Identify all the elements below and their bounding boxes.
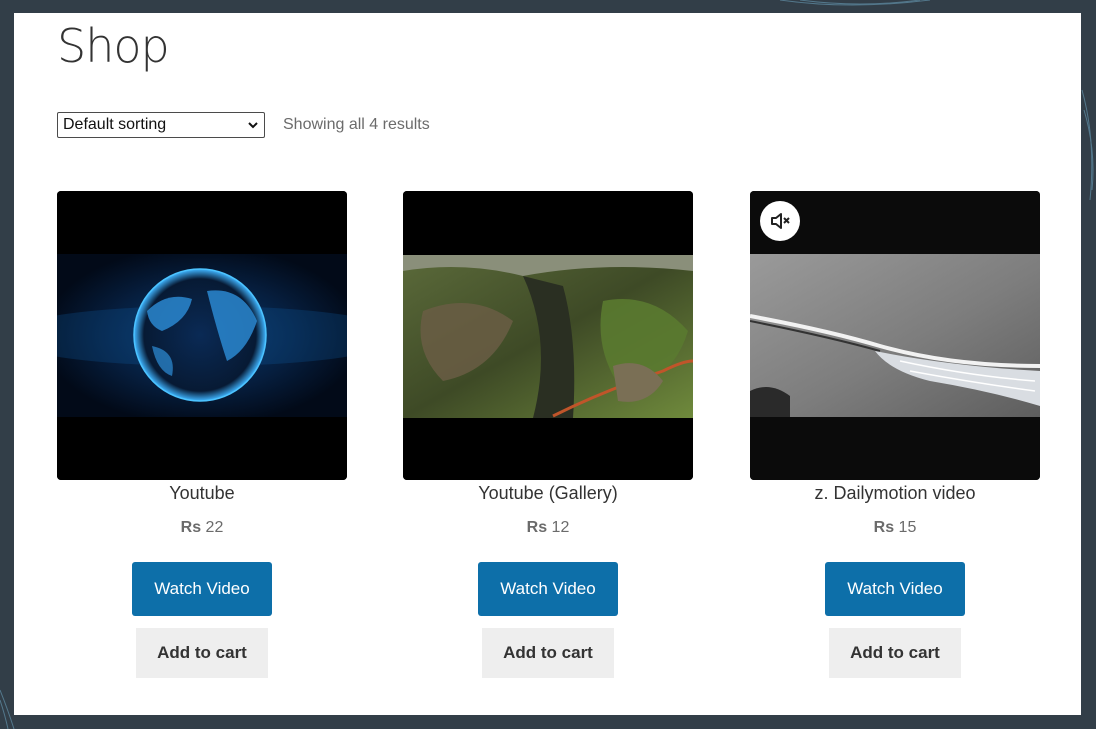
- page-title: Shop: [57, 19, 170, 73]
- price-value: 12: [551, 519, 570, 536]
- sort-select[interactable]: Default sorting: [57, 112, 265, 138]
- product-name[interactable]: Youtube (Gallery): [403, 483, 693, 504]
- product-video-thumbnail[interactable]: [57, 191, 347, 480]
- add-to-cart-button[interactable]: Add to cart: [136, 628, 268, 678]
- sort-select-value: Default sorting: [63, 116, 167, 133]
- shop-page: Shop Default sorting Showing all 4 resul…: [14, 13, 1081, 715]
- price-value: 15: [898, 519, 917, 536]
- add-to-cart-button[interactable]: Add to cart: [482, 628, 614, 678]
- currency-symbol: Rs: [180, 519, 202, 536]
- watch-video-button[interactable]: Watch Video: [478, 562, 618, 616]
- price-value: 22: [205, 519, 224, 536]
- product-name[interactable]: z. Dailymotion video: [750, 483, 1040, 504]
- product-card-youtube-gallery: Youtube (Gallery) Rs 12 Watch Video Add …: [403, 191, 693, 678]
- watch-video-button[interactable]: Watch Video: [825, 562, 965, 616]
- muted-speaker-icon: [771, 213, 790, 229]
- currency-symbol: Rs: [873, 519, 895, 536]
- product-video-thumbnail[interactable]: [750, 191, 1040, 480]
- product-card-youtube: Youtube Rs 22 Watch Video Add to cart: [57, 191, 347, 678]
- shop-toolbar: Default sorting Showing all 4 results: [57, 112, 430, 138]
- product-video-thumbnail[interactable]: [403, 191, 693, 480]
- product-price: Rs 12: [403, 519, 693, 537]
- product-price: Rs 15: [750, 519, 1040, 537]
- add-to-cart-button[interactable]: Add to cart: [829, 628, 961, 678]
- result-count: Showing all 4 results: [283, 116, 430, 133]
- watch-video-button[interactable]: Watch Video: [132, 562, 272, 616]
- canyon-video-thumbnail: [403, 191, 693, 480]
- product-name[interactable]: Youtube: [57, 483, 347, 504]
- chevron-down-icon: [248, 122, 258, 129]
- currency-symbol: Rs: [526, 519, 548, 536]
- globe-video-thumbnail: [57, 191, 347, 480]
- product-price: Rs 22: [57, 519, 347, 537]
- mute-toggle-button[interactable]: [760, 201, 800, 241]
- product-card-dailymotion: z. Dailymotion video Rs 15 Watch Video A…: [750, 191, 1040, 678]
